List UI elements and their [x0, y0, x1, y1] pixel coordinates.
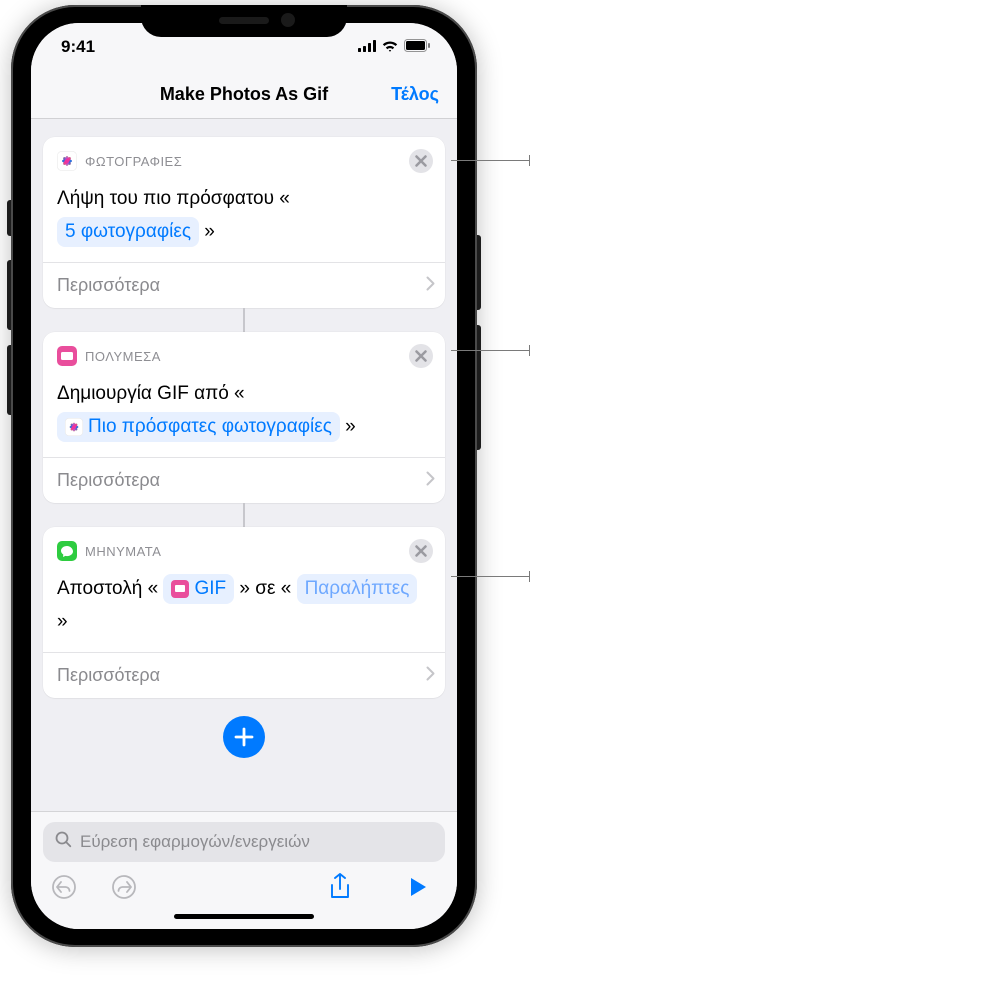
- input-variable-token[interactable]: Πιο πρόσφατες φωτογραφίες: [57, 412, 340, 442]
- show-more-row[interactable]: Περισσότερα: [43, 457, 445, 503]
- show-more-row[interactable]: Περισσότερα: [43, 262, 445, 308]
- messages-app-icon: [57, 541, 77, 561]
- connector-line: [243, 308, 245, 332]
- text: Αποστολή «: [57, 578, 158, 599]
- battery-icon: [404, 37, 431, 57]
- done-button[interactable]: Τέλος: [391, 84, 439, 105]
- side-button: [477, 235, 481, 310]
- mute-switch: [7, 200, 11, 236]
- text: »: [57, 611, 68, 632]
- callout-line: [451, 350, 529, 351]
- side-button: [477, 325, 481, 450]
- card-source-label: ΜΗΝΥΜΑΤΑ: [85, 544, 401, 559]
- wifi-icon: [381, 37, 399, 57]
- card-source-label: ΠΟΛΥΜΕΣΑ: [85, 349, 401, 364]
- close-icon: [415, 350, 427, 362]
- action-card-messages[interactable]: ΜΗΝΥΜΑΤΑ Αποστολή « GIF » σε « Παραλήπτε…: [43, 527, 445, 698]
- recipients-token[interactable]: Παραλήπτες: [297, 574, 418, 604]
- more-label: Περισσότερα: [57, 470, 160, 491]
- undo-button[interactable]: [49, 872, 79, 902]
- play-button[interactable]: [403, 872, 433, 902]
- page-title: Make Photos As Gif: [160, 84, 328, 105]
- action-description: Λήψη του πιο πρόσφατου « 5 φωτογραφίες »: [43, 179, 445, 262]
- close-icon: [415, 155, 427, 167]
- delete-action-button[interactable]: [409, 539, 433, 563]
- close-icon: [415, 545, 427, 557]
- chevron-right-icon: [426, 665, 435, 686]
- gif-variable-token[interactable]: GIF: [163, 574, 234, 604]
- count-token[interactable]: 5 φωτογραφίες: [57, 217, 199, 247]
- play-icon: [409, 877, 427, 897]
- status-time: 9:41: [61, 37, 95, 57]
- more-label: Περισσότερα: [57, 665, 160, 686]
- phone-frame: 9:41 Make Photos As Gif Τέλος: [11, 5, 477, 947]
- volume-down: [7, 345, 11, 415]
- text: Δημιουργία GIF από «: [57, 383, 245, 404]
- more-label: Περισσότερα: [57, 275, 160, 296]
- toolbar: [43, 872, 445, 904]
- volume-up: [7, 260, 11, 330]
- action-description: Δημιουργία GIF από « Πιο πρόσφατες φωτογ…: [43, 374, 445, 457]
- token-label: GIF: [194, 572, 226, 605]
- photos-app-icon: [57, 151, 77, 171]
- delete-action-button[interactable]: [409, 344, 433, 368]
- chevron-right-icon: [426, 275, 435, 296]
- action-description: Αποστολή « GIF » σε « Παραλήπτες »: [43, 569, 445, 652]
- bottom-area: Εύρεση εφαρμογών/ενεργειών: [31, 811, 457, 929]
- action-card-photos[interactable]: ΦΩΤΟΓΡΑΦΙΕΣ Λήψη του πιο πρόσφατου « 5 φ…: [43, 137, 445, 308]
- search-input[interactable]: Εύρεση εφαρμογών/ενεργειών: [43, 822, 445, 862]
- share-button[interactable]: [325, 872, 355, 902]
- undo-icon: [51, 874, 77, 900]
- chevron-right-icon: [426, 470, 435, 491]
- screen: 9:41 Make Photos As Gif Τέλος: [31, 23, 457, 929]
- show-more-row[interactable]: Περισσότερα: [43, 652, 445, 698]
- nav-bar: Make Photos As Gif Τέλος: [31, 71, 457, 119]
- search-placeholder: Εύρεση εφαρμογών/ενεργειών: [80, 832, 310, 852]
- delete-action-button[interactable]: [409, 149, 433, 173]
- text: »: [345, 416, 356, 437]
- cellular-icon: [358, 37, 376, 57]
- content-area: ΦΩΤΟΓΡΑΦΙΕΣ Λήψη του πιο πρόσφατου « 5 φ…: [31, 119, 457, 811]
- add-action-button[interactable]: [223, 716, 265, 758]
- token-label: Πιο πρόσφατες φωτογραφίες: [88, 410, 332, 443]
- home-indicator: [174, 914, 314, 919]
- share-icon: [329, 873, 351, 901]
- redo-icon: [111, 874, 137, 900]
- text: Λήψη του πιο πρόσφατου «: [57, 188, 290, 209]
- photos-mini-icon: [65, 418, 83, 436]
- connector-line: [243, 503, 245, 527]
- action-card-media[interactable]: ΠΟΛΥΜΕΣΑ Δημιουργία GIF από « Πιο πρόσφα…: [43, 332, 445, 503]
- text: » σε «: [239, 578, 291, 599]
- callout-line: [451, 576, 529, 577]
- callout-line: [451, 160, 529, 161]
- search-icon: [55, 831, 72, 853]
- media-mini-icon: [171, 580, 189, 598]
- text: »: [204, 221, 215, 242]
- redo-button[interactable]: [109, 872, 139, 902]
- media-app-icon: [57, 346, 77, 366]
- plus-icon: [233, 726, 255, 748]
- notch: [141, 5, 347, 37]
- card-source-label: ΦΩΤΟΓΡΑΦΙΕΣ: [85, 154, 401, 169]
